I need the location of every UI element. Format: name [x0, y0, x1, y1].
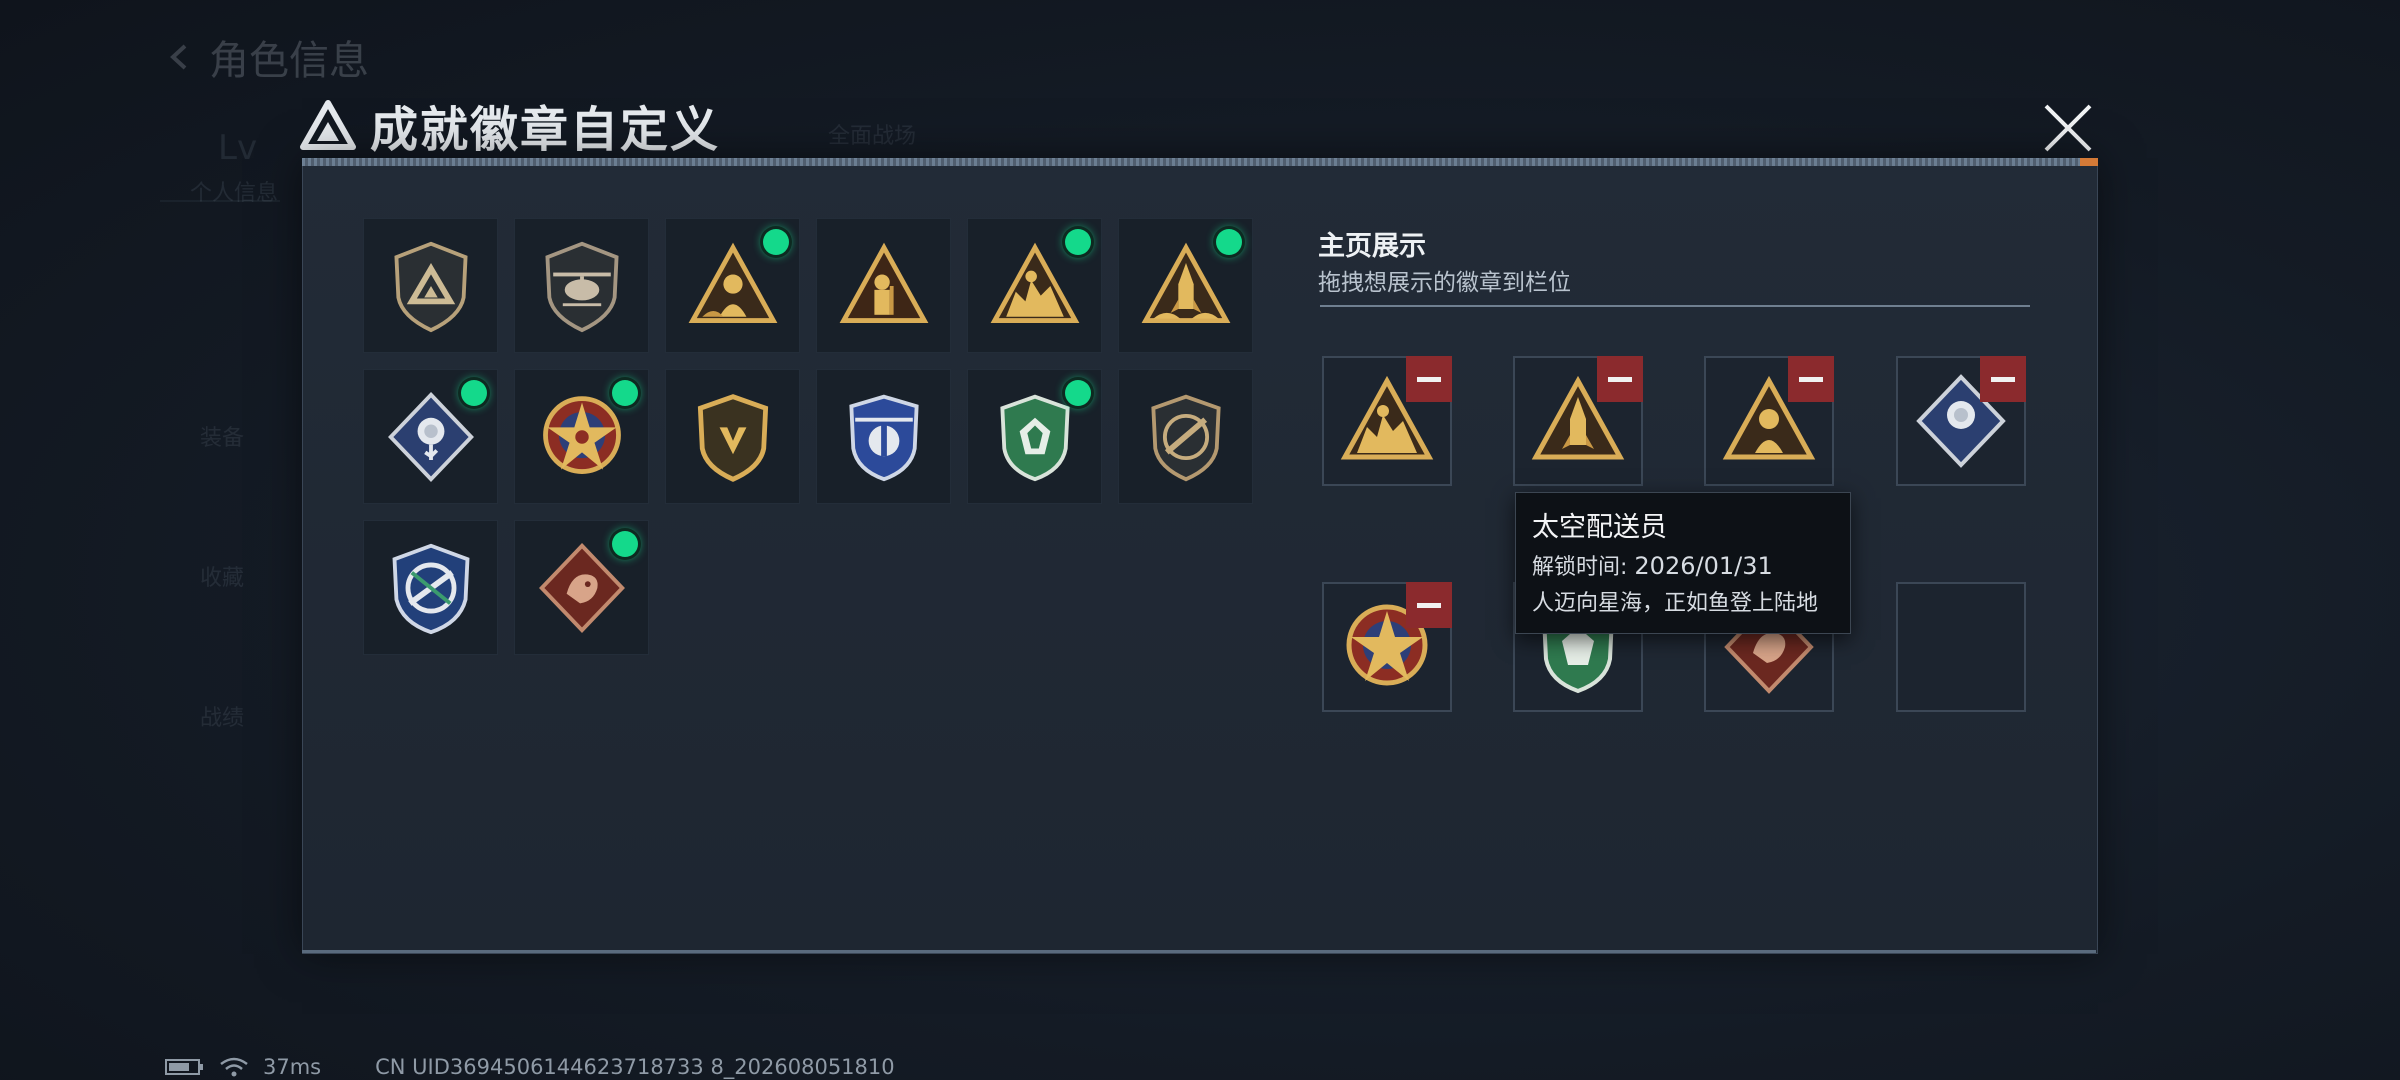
tooltip-unlock-date: 2026/01/31: [1634, 552, 1773, 580]
gold-triangle-creatures-badge-icon: [990, 242, 1079, 323]
equipped-indicator: [1216, 229, 1242, 255]
close-icon[interactable]: [2040, 100, 2096, 156]
helicopter-shield-badge-icon: [544, 241, 619, 332]
showcase-divider: [1320, 305, 2030, 307]
background-ghost-text: 个人信息: [190, 181, 279, 206]
green-shield-badge-icon: [999, 394, 1070, 481]
remove-badge-button[interactable]: [1406, 582, 1452, 628]
showcase-title: 主页展示: [1318, 231, 1426, 262]
badge-tooltip: 太空配送员 解锁时间: 2026/01/31 人迈向星海，正如鱼登上陆地: [1515, 492, 1851, 634]
blue-diamond-rose-badge-icon: [387, 391, 474, 482]
badge-cell[interactable]: [1118, 218, 1253, 353]
remove-badge-button[interactable]: [1980, 356, 2026, 402]
equipped-indicator: [612, 380, 638, 406]
badge-cell[interactable]: [514, 369, 649, 504]
badge-cell[interactable]: [665, 369, 800, 504]
badge-cell[interactable]: [816, 218, 951, 353]
triangle-logo-icon: [300, 100, 356, 150]
uid-text: CN UID3694506144623718733 8_202608051810: [375, 1055, 895, 1079]
badge-cell[interactable]: [363, 369, 498, 504]
showcase-slot[interactable]: [1322, 356, 1452, 486]
background-ghost-text: 收藏: [200, 566, 245, 591]
background-ghost-text: Lv: [218, 128, 258, 168]
modal-title: 成就徽章自定义: [370, 102, 721, 158]
remove-badge-button[interactable]: [1788, 356, 1834, 402]
equipped-indicator: [1065, 380, 1091, 406]
red-dragon-diamond-badge-icon: [538, 542, 625, 633]
showcase-slot-empty[interactable]: [1896, 582, 2026, 712]
background-title: 角色信息: [209, 38, 369, 84]
back-arrow-icon: [170, 44, 187, 70]
equipped-indicator: [461, 380, 487, 406]
tooltip-unlock-label: 解锁时间:: [1532, 555, 1635, 580]
gold-triangle-soldier-badge-icon: [839, 242, 928, 323]
background-ghost-text: 全面战场: [828, 124, 917, 149]
badge-cell[interactable]: [967, 369, 1102, 504]
badge-grid: [363, 218, 1253, 655]
status-footer: 37ms CN UID3694506144623718733 8_2026080…: [165, 1055, 895, 1079]
badge-cell[interactable]: [514, 520, 649, 655]
equipped-indicator: [1065, 229, 1091, 255]
equipped-indicator: [612, 531, 638, 557]
battery-icon: [165, 1059, 203, 1075]
badge-cell[interactable]: [665, 218, 800, 353]
blue-winged-shield-badge-icon: [848, 394, 919, 481]
tooltip-unlock-time: 解锁时间: 2026/01/31: [1532, 549, 1773, 581]
gold-triangle-rocket-badge-icon: [1141, 242, 1230, 323]
panel-top-border: [302, 158, 2098, 166]
ping-value: 37ms: [263, 1055, 322, 1079]
panel-accent: [2080, 158, 2098, 166]
equipped-indicator: [763, 229, 789, 255]
background-header: 角色信息: [165, 28, 369, 86]
showcase-slot[interactable]: [1704, 356, 1834, 486]
gold-shield-badge-icon: [697, 393, 768, 482]
star-emblem-badge-icon: [542, 395, 621, 474]
gold-triangle-astronaut-badge-icon: [688, 242, 777, 323]
badge-cell[interactable]: [967, 218, 1102, 353]
showcase-subtitle: 拖拽想展示的徽章到栏位: [1318, 270, 1571, 296]
tooltip-badge-name: 太空配送员: [1532, 512, 1667, 543]
triangle-shield-badge-icon: [393, 241, 468, 332]
badge-cell[interactable]: [816, 369, 951, 504]
showcase-slot[interactable]: [1322, 582, 1452, 712]
panel-bottom-border: [302, 950, 2096, 953]
background-ghost-text: 战绩: [200, 706, 245, 731]
badge-cell[interactable]: [1118, 369, 1253, 504]
tooltip-description: 人迈向星海，正如鱼登上陆地: [1532, 591, 1819, 616]
background-ghost-text: 装备: [200, 426, 245, 451]
remove-badge-button[interactable]: [1597, 356, 1643, 402]
blue-rocket-emblem-badge-icon: [392, 543, 469, 634]
badge-cell[interactable]: [363, 520, 498, 655]
wifi-icon: [220, 1057, 248, 1077]
badge-cell[interactable]: [514, 218, 649, 353]
modal-header: 成就徽章自定义: [300, 90, 720, 160]
remove-badge-button[interactable]: [1406, 356, 1452, 402]
showcase-slot[interactable]: [1896, 356, 2026, 486]
badge-cell[interactable]: [363, 218, 498, 353]
rifle-shield-badge-icon: [1150, 394, 1221, 481]
background-divider: [160, 200, 280, 202]
showcase-slot[interactable]: [1513, 356, 1643, 486]
